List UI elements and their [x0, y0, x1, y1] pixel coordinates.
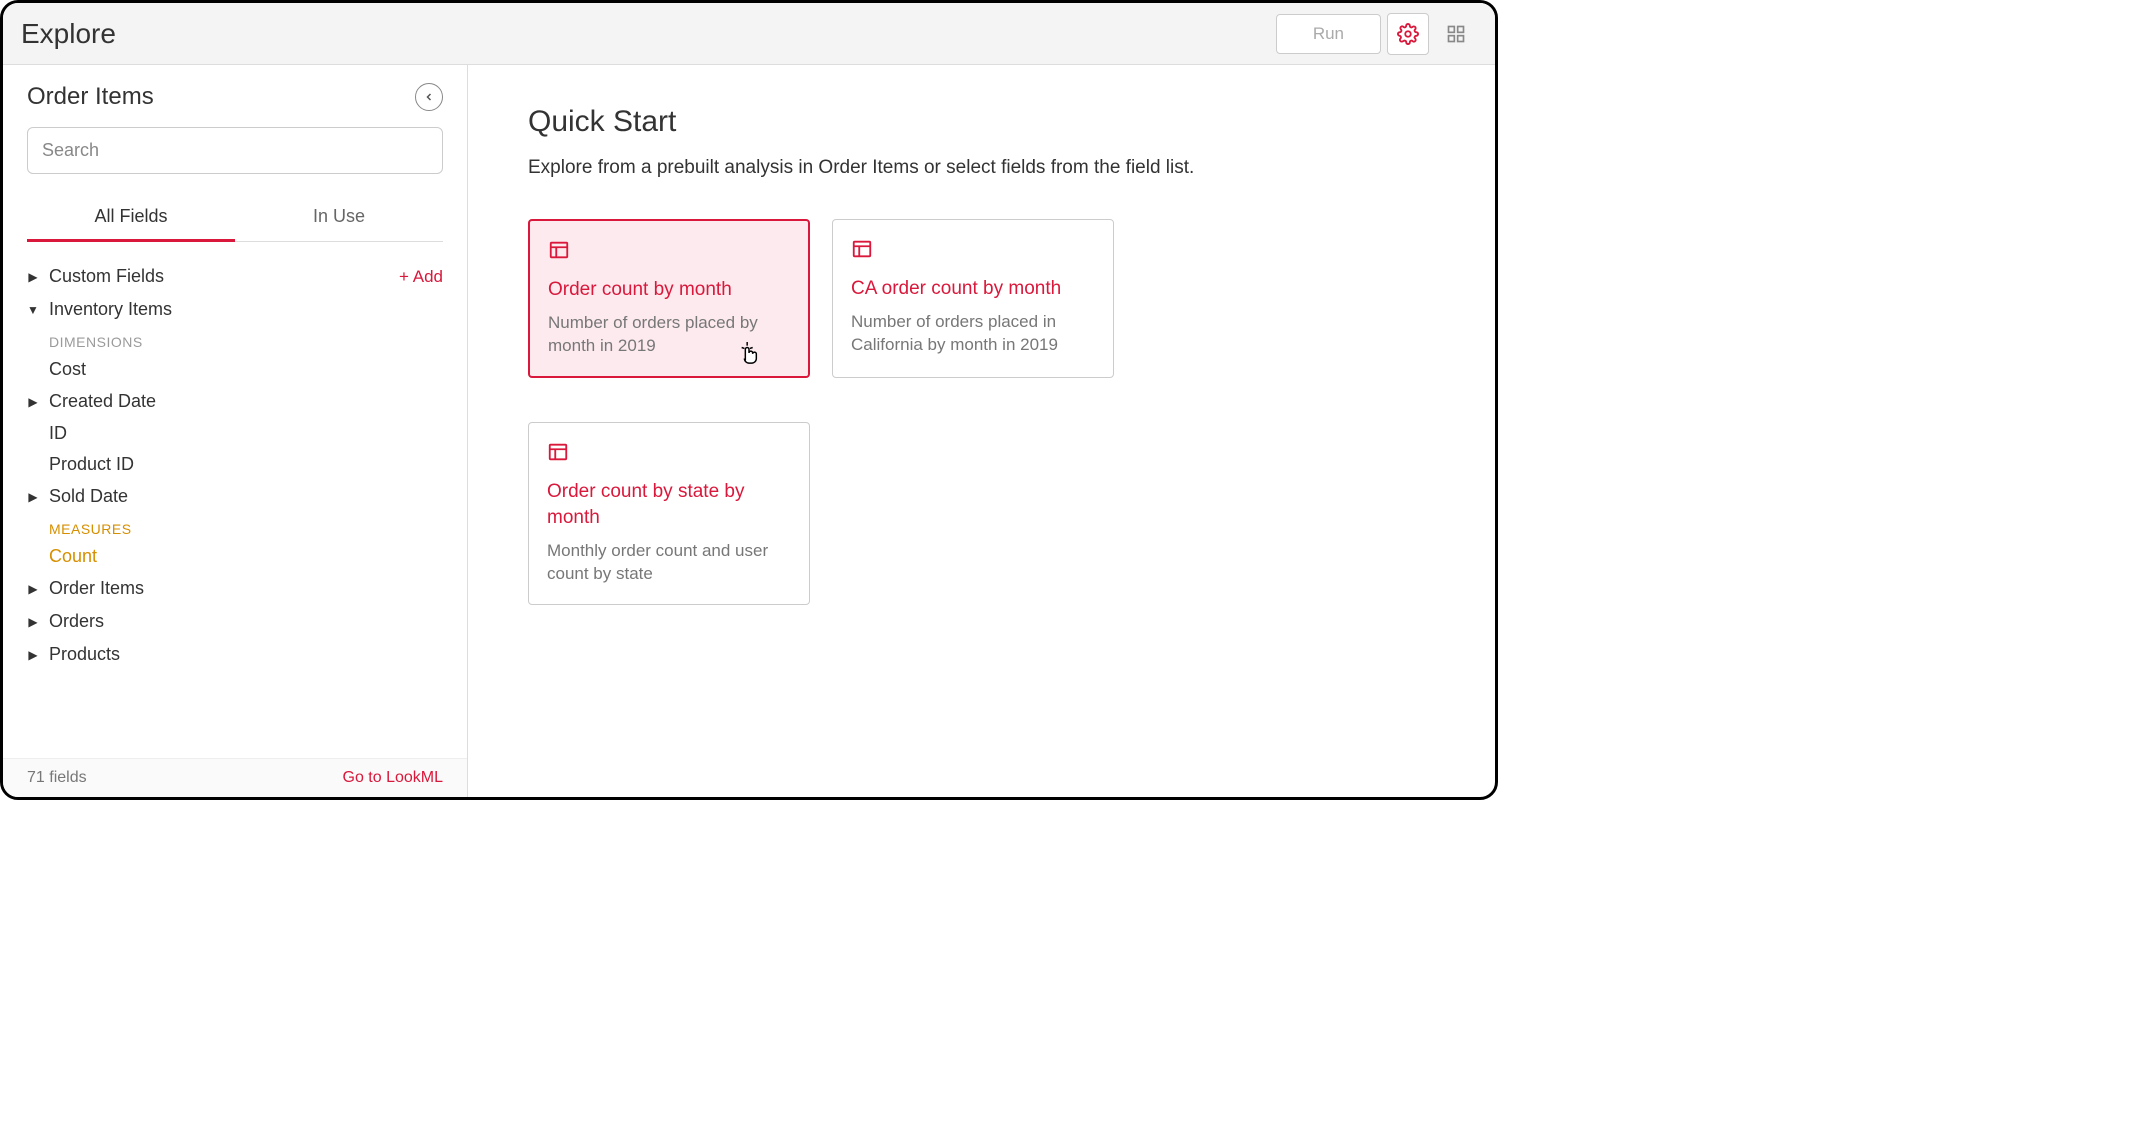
sidebar-inner: Order Items All Fields In Use ▶ Custom Fi… [3, 65, 467, 758]
field-tree: ▶ Custom Fields + Add ▼ Inventory Items DI… [27, 260, 443, 758]
fields-count: 71 fields [27, 769, 87, 787]
search-input[interactable] [27, 127, 443, 174]
body: Order Items All Fields In Use ▶ Custom Fi… [3, 65, 1495, 797]
card-order-count-by-state-by-month[interactable]: Order count by state by month Monthly or… [528, 422, 810, 605]
explore-name: Order Items [27, 83, 154, 111]
field-product-id[interactable]: Product ID [27, 449, 443, 480]
card-description: Monthly order count and user count by st… [547, 539, 791, 587]
tab-all-fields[interactable]: All Fields [27, 196, 235, 242]
main-panel: Quick Start Explore from a prebuilt anal… [468, 65, 1495, 797]
sidebar: Order Items All Fields In Use ▶ Custom Fi… [3, 65, 468, 797]
field-sold-date[interactable]: ▶ Sold Date [27, 480, 443, 513]
card-order-count-by-month[interactable]: Order count by month Number of orders pl… [528, 219, 810, 378]
group-products[interactable]: ▶ Products [27, 638, 443, 671]
card-title: Order count by state by month [547, 479, 791, 530]
field-id[interactable]: ID [27, 418, 443, 449]
page-title: Explore [21, 18, 116, 50]
group-label: Custom Fields [49, 266, 164, 287]
group-label: Inventory Items [49, 299, 172, 320]
tab-in-use[interactable]: In Use [235, 196, 443, 241]
group-orders[interactable]: ▶ Orders [27, 605, 443, 638]
quick-start-subtitle: Explore from a prebuilt analysis in Orde… [528, 157, 1435, 179]
caret-right-icon: ▶ [27, 582, 39, 596]
group-inventory-items[interactable]: ▼ Inventory Items [27, 293, 443, 326]
quick-start-title: Quick Start [528, 105, 1435, 139]
topbar-actions: Run [1276, 13, 1477, 55]
field-count[interactable]: Count [27, 541, 443, 572]
grid-icon [1446, 24, 1466, 44]
field-label: Sold Date [49, 486, 128, 507]
run-button[interactable]: Run [1276, 14, 1381, 54]
dashboard-grid-button[interactable] [1435, 13, 1477, 55]
caret-down-icon: ▼ [27, 303, 39, 317]
add-custom-field-button[interactable]: + Add [399, 267, 443, 287]
group-custom-fields[interactable]: ▶ Custom Fields + Add [27, 260, 443, 293]
dimensions-heading: DIMENSIONS [27, 326, 443, 354]
card-title: Order count by month [548, 277, 790, 303]
group-label: Products [49, 644, 120, 665]
sidebar-footer: 71 fields Go to LookML [3, 758, 467, 797]
field-created-date[interactable]: ▶ Created Date [27, 385, 443, 418]
caret-right-icon: ▶ [27, 395, 39, 409]
card-description: Number of orders placed by month in 2019 [548, 311, 790, 359]
topbar: Explore Run [3, 3, 1495, 65]
go-to-lookml-link[interactable]: Go to LookML [343, 769, 444, 787]
collapse-sidebar-button[interactable] [415, 83, 443, 111]
group-order-items[interactable]: ▶ Order Items [27, 572, 443, 605]
measures-heading: MEASURES [27, 513, 443, 541]
caret-right-icon: ▶ [27, 648, 39, 662]
card-ca-order-count-by-month[interactable]: CA order count by month Number of orders… [832, 219, 1114, 378]
table-icon [851, 238, 1095, 260]
caret-right-icon: ▶ [27, 615, 39, 629]
table-icon [547, 441, 791, 463]
field-tabs: All Fields In Use [27, 196, 443, 242]
card-description: Number of orders placed in California by… [851, 310, 1095, 358]
card-title: CA order count by month [851, 276, 1095, 302]
caret-right-icon: ▶ [27, 490, 39, 504]
group-label: Order Items [49, 578, 144, 599]
quick-start-cards: Order count by month Number of orders pl… [528, 219, 1435, 605]
field-cost[interactable]: Cost [27, 354, 443, 385]
settings-button[interactable] [1387, 13, 1429, 55]
field-label: Created Date [49, 391, 156, 412]
gear-icon [1397, 23, 1419, 45]
table-icon [548, 239, 790, 261]
caret-right-icon: ▶ [27, 270, 39, 284]
app-window: Explore Run [0, 0, 1498, 800]
group-label: Orders [49, 611, 104, 632]
sidebar-header: Order Items [27, 83, 443, 111]
chevron-left-icon [423, 91, 435, 103]
